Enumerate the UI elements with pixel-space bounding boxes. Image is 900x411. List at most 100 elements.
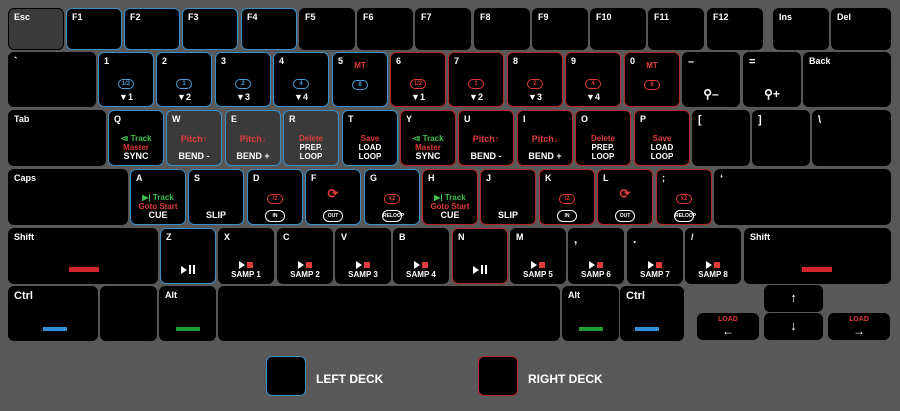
key-ctrl-left: Ctrl [8, 286, 98, 341]
key-1: 1 1/2 ▼1 [98, 52, 154, 107]
loop-in-icon: IN [248, 204, 302, 222]
keyboard-diagram: Esc F1 F2 F3 F4 F5 F6 F7 F8 F9 F10 F11 F… [0, 0, 900, 411]
green-bar [176, 327, 200, 331]
arrow-right-icon: → [853, 324, 865, 338]
key-a: A ▶| Track Goto Start CUE [130, 169, 186, 225]
key-ctrl-right: Ctrl [620, 286, 684, 341]
key-f: F ⟳ OUT [305, 169, 361, 225]
loop-icon: 8 [625, 73, 679, 91]
key-s: S SLIP [188, 169, 244, 225]
key-caps: Caps [8, 169, 128, 225]
key-g: G x2 RELOOP [364, 169, 420, 225]
key-v: V SAMP 3 [335, 228, 391, 284]
key-f7: F7 [415, 8, 471, 50]
key-2: 2 1 ▼2 [156, 52, 212, 107]
key-o: O Delete PREP. LOOP [575, 110, 631, 166]
key-f1: F1 [66, 8, 122, 50]
loop-out-icon: OUT [306, 204, 360, 222]
key-f10: F10 [590, 8, 646, 50]
key-f9: F9 [532, 8, 588, 50]
loop-icon: 8 [333, 73, 387, 91]
key-h: H ▶| Track Goto Start CUE [422, 169, 478, 225]
double-loop-icon: x2 [365, 187, 419, 205]
key-f12: F12 [707, 8, 763, 50]
blue-bar [43, 327, 67, 331]
arrow-down-icon: ↓ [790, 318, 797, 333]
loop-out-icon: OUT [598, 204, 652, 222]
key-tab: Tab [8, 110, 106, 166]
halve-loop-icon: /2 [248, 187, 302, 205]
key-backtick: ` [8, 52, 96, 107]
key-win-left [100, 286, 157, 341]
key-n: N [452, 228, 508, 284]
key-arrow-left: LOAD ← [697, 313, 759, 340]
blue-bar [635, 327, 659, 331]
loop-in-icon: IN [540, 204, 594, 222]
loop-icon: 1 [157, 72, 211, 90]
key-f5: F5 [299, 8, 355, 50]
key-minus: – ⚲– [682, 52, 740, 107]
halve-loop-icon: /2 [540, 187, 594, 205]
key-r: R Delete PREP. LOOP [283, 110, 339, 166]
key-space [218, 286, 560, 341]
key-f11: F11 [648, 8, 704, 50]
key-rbracket: ] [752, 110, 810, 166]
key-f4: F4 [241, 8, 297, 50]
key-i: I Pitch↓ BEND + [517, 110, 573, 166]
key-quote: ‘ [714, 169, 891, 225]
key-arrow-up: ↑ [764, 285, 823, 312]
key-x: X SAMP 1 [218, 228, 274, 284]
key-arrow-right: LOAD → [828, 313, 890, 340]
play-pause-icon [453, 261, 507, 279]
legend-right-swatch [478, 356, 518, 396]
loop-icon: ⟳ [327, 186, 339, 201]
key-c: C SAMP 2 [277, 228, 333, 284]
key-q: Q ⧏ Track Master SYNC [108, 110, 164, 166]
key-alt-right: Alt [562, 286, 619, 341]
key-semicolon: ; x2 RELOOP [656, 169, 712, 225]
loop-icon: ⟳ [619, 186, 631, 201]
key-9: 9 4 ▼4 [565, 52, 621, 107]
key-del: Del [831, 8, 891, 50]
key-k: K /2 IN [539, 169, 595, 225]
key-shift-right: Shift [744, 228, 891, 284]
loop-icon: 1/2 [99, 72, 153, 90]
key-slash: / SAMP 8 [685, 228, 741, 284]
reloop-icon: RELOOP [365, 204, 419, 222]
legend-left-label: LEFT DECK [316, 372, 384, 386]
loop-icon: 1 [449, 72, 503, 90]
arrow-left-icon: ← [722, 324, 734, 338]
key-alt-left: Alt [159, 286, 216, 341]
key-y: Y ⧏ Track Master SYNC [400, 110, 456, 166]
key-7: 7 1 ▼2 [448, 52, 504, 107]
zoom-in-icon: ⚲+ [764, 87, 780, 101]
key-w: W Pitch↑ BEND - [166, 110, 222, 166]
key-equals: = ⚲+ [743, 52, 801, 107]
key-comma: , SAMP 6 [568, 228, 624, 284]
key-4: 4 4 ▼4 [273, 52, 329, 107]
loop-icon: 1/2 [391, 72, 445, 90]
key-0: 0 MT 8 [624, 52, 680, 107]
key-m: M SAMP 5 [510, 228, 566, 284]
key-e: E Pitch↓ BEND + [225, 110, 281, 166]
key-f2: F2 [124, 8, 180, 50]
key-esc: Esc [8, 8, 64, 50]
key-8: 8 2 ▼3 [507, 52, 563, 107]
key-f8: F8 [474, 8, 530, 50]
key-ins: Ins [773, 8, 829, 50]
key-lbracket: [ [692, 110, 750, 166]
key-p: P Save LOAD LOOP [634, 110, 690, 166]
key-j: J SLIP [480, 169, 536, 225]
key-z: Z [160, 228, 216, 284]
loop-icon: 2 [216, 72, 270, 90]
loop-icon: 4 [274, 72, 328, 90]
key-back: Back [803, 52, 891, 107]
green-bar [579, 327, 603, 331]
double-loop-icon: x2 [657, 187, 711, 205]
key-shift-left: Shift [8, 228, 158, 284]
key-u: U Pitch↑ BEND - [458, 110, 514, 166]
loop-icon: 4 [566, 72, 620, 90]
play-pause-icon [161, 261, 215, 279]
red-bar [69, 267, 99, 272]
legend-right-label: RIGHT DECK [528, 372, 603, 386]
